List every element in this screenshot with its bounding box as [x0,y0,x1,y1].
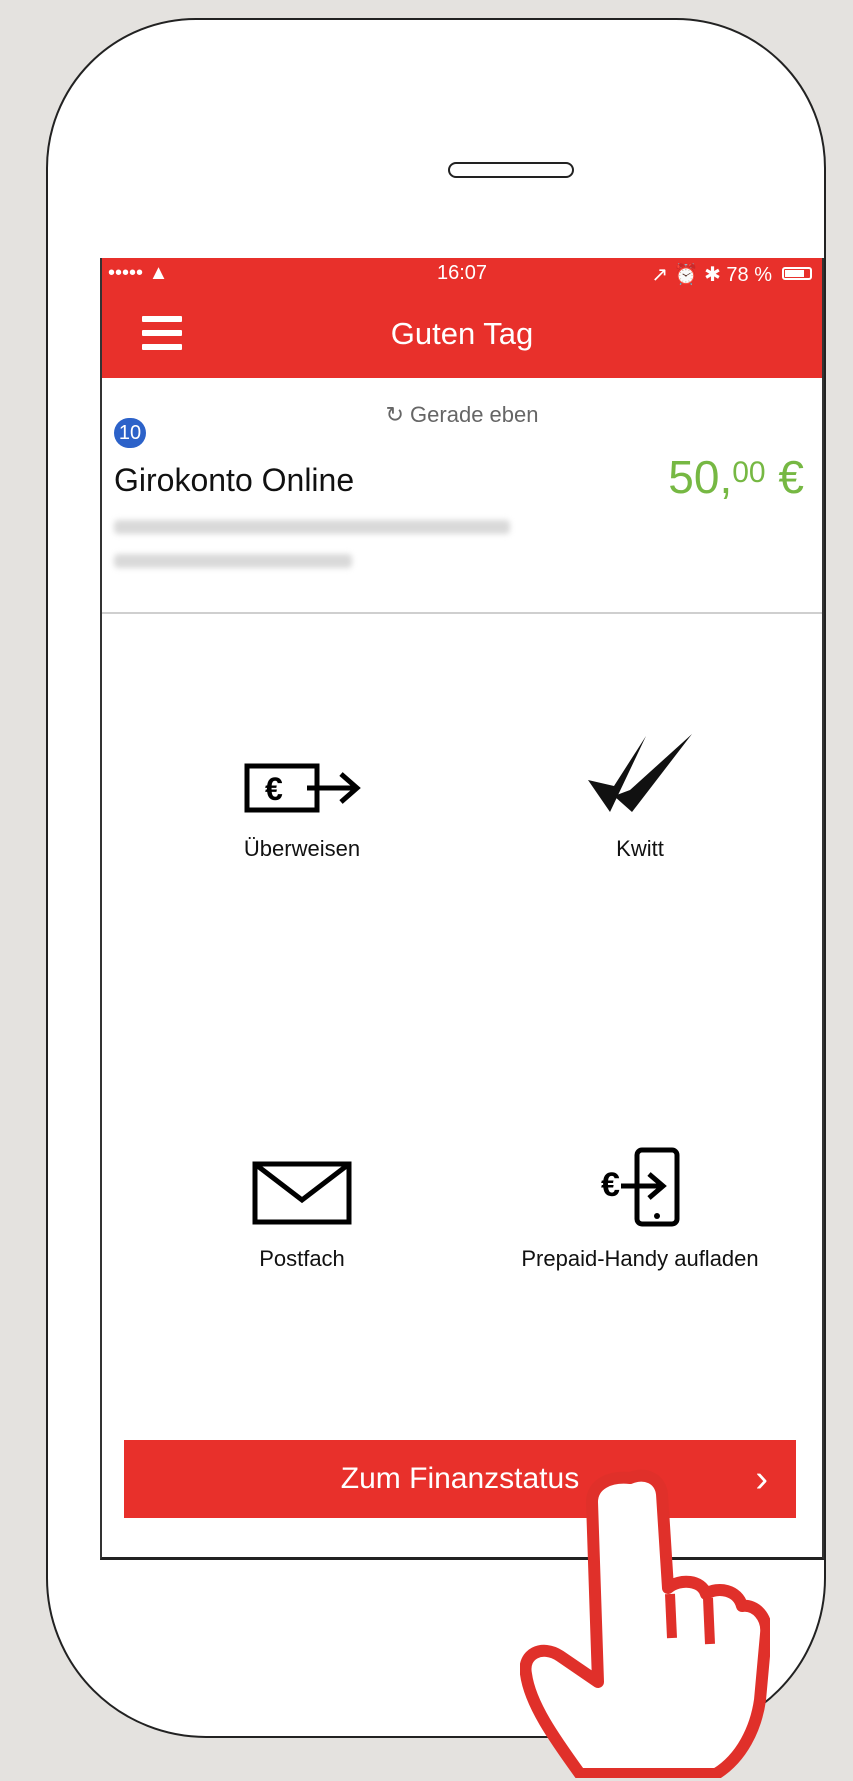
page-title: Guten Tag [390,316,534,351]
mailbox-action[interactable]: Postfach [142,1158,462,1272]
refresh-status[interactable]: ↻ Gerade eben [102,402,822,428]
balance-currency: € [765,451,804,503]
topup-label: Prepaid-Handy aufladen [521,1246,759,1271]
phone-topup-icon: € [601,1147,680,1227]
mailbox-label: Postfach [259,1246,345,1271]
svg-text:€: € [265,771,283,807]
account-card[interactable]: ↻ Gerade eben 10 Girokonto Online 50,00 … [102,378,822,614]
double-check-icon [588,734,692,812]
account-balance: 50,00 € [668,450,804,504]
kwitt-label: Kwitt [616,836,664,861]
euro-transfer-icon: € [244,763,361,813]
status-bar: ••••• ▲ 16:07 ↗ ⏰ ✱ 78 % [102,258,822,290]
battery-level [785,270,804,277]
svg-text:€: € [601,1166,620,1204]
account-name: Girokonto Online [114,462,355,498]
app-screen: ••••• ▲ 16:07 ↗ ⏰ ✱ 78 % Guten Tag ↻ Ger… [100,258,824,1560]
battery-icon [782,267,812,280]
kwitt-action[interactable]: Kwitt [480,728,800,862]
app-header: Guten Tag [102,290,822,378]
blurred-holder [114,554,352,568]
tapping-hand-icon [520,1469,770,1778]
envelope-icon [252,1161,352,1225]
balance-main: 50, [668,451,733,503]
transfer-action[interactable]: € Überweisen [142,758,462,862]
status-indicators: ↗ ⏰ ✱ 78 % [651,264,772,286]
balance-cents: 00 [732,456,766,489]
topup-action[interactable]: € Prepaid-Handy aufladen [480,1146,800,1272]
transfer-label: Überweisen [243,836,361,861]
notification-badge: 10 [114,418,146,448]
blurred-iban [114,520,510,534]
phone-speaker [448,162,574,178]
